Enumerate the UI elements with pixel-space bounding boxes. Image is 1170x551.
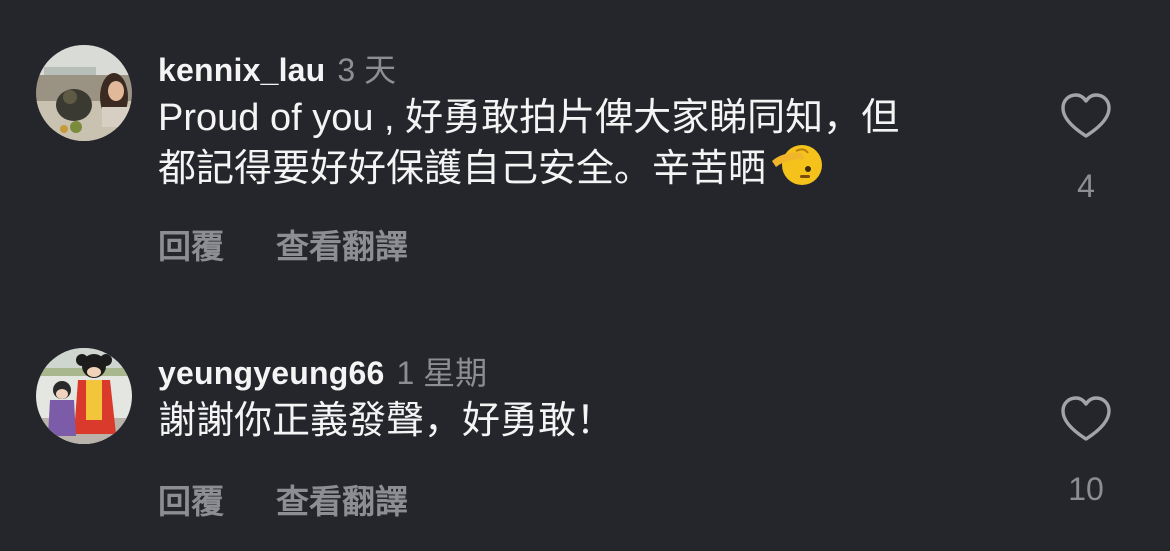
comment-text-segment: 都記得要好好保護自己安全。辛苦晒 xyxy=(158,148,767,190)
like-count: 4 xyxy=(1077,168,1095,204)
heart-outline-icon[interactable] xyxy=(1059,395,1113,443)
avatar-image xyxy=(36,45,132,141)
username[interactable]: yeungyeung66 xyxy=(158,355,384,392)
comment-actions: 回覆 查看翻譯 xyxy=(158,220,460,268)
avatar-image xyxy=(36,348,132,444)
comment-text: 謝謝你正義發聲，好勇敢！ xyxy=(158,396,1018,446)
heart-outline-icon[interactable] xyxy=(1059,92,1113,140)
like-count: 10 xyxy=(1068,471,1104,507)
reply-button[interactable]: 回覆 xyxy=(158,475,224,523)
comment-timestamp: 3 天 xyxy=(337,52,397,88)
comment-actions: 回覆 查看翻譯 xyxy=(158,475,460,523)
reply-button[interactable]: 回覆 xyxy=(158,220,224,268)
comment-text: Proud of you , 好勇敢拍片俾大家睇同知，但 都記得要好好保護自己安… xyxy=(158,93,1018,194)
comment-timestamp: 1 星期 xyxy=(396,355,488,391)
avatar[interactable] xyxy=(36,348,132,444)
saluting-face-emoji xyxy=(770,143,823,187)
see-translation-button[interactable]: 查看翻譯 xyxy=(276,220,408,268)
see-translation-button[interactable]: 查看翻譯 xyxy=(276,475,408,523)
comment-text-line: 謝謝你正義發聲，好勇敢！ xyxy=(158,400,615,442)
avatar[interactable] xyxy=(36,45,132,141)
username[interactable]: kennix_lau xyxy=(158,52,325,89)
comment-text-line: Proud of you , 好勇敢拍片俾大家睇同知，但 xyxy=(158,97,900,139)
comment-text-line: 都記得要好好保護自己安全。辛苦晒 xyxy=(158,143,1018,194)
